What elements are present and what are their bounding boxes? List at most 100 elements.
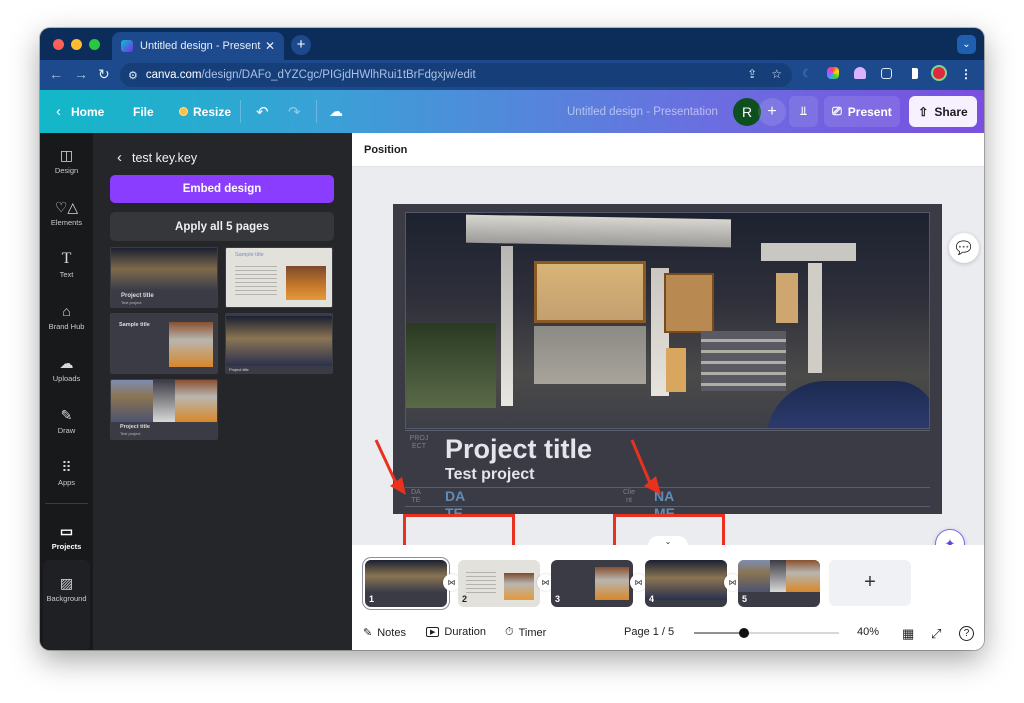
- rail-label: Elements: [50, 218, 83, 227]
- resize-button[interactable]: Resize: [179, 90, 231, 133]
- rail-item-uploads[interactable]: ☁ Uploads: [40, 343, 93, 395]
- avatar[interactable]: R: [733, 98, 761, 126]
- page-number: 4: [649, 594, 655, 604]
- url-bar[interactable]: ⚙ canva.com /design/DAFo_dYZCgc/PIGjdHWl…: [120, 63, 792, 87]
- extension-color-icon[interactable]: [827, 67, 839, 79]
- extension-cloud-icon[interactable]: [854, 67, 866, 79]
- thumb-title: Project title: [121, 293, 154, 299]
- timer-button[interactable]: ⏱ Timer: [505, 626, 546, 639]
- close-tab-icon[interactable]: ✕: [265, 39, 275, 53]
- share-button[interactable]: ⇧ Share: [909, 96, 977, 127]
- background-icon: ▨: [59, 575, 74, 591]
- file-menu-button[interactable]: File: [133, 90, 154, 133]
- page-thumbnail-2[interactable]: Sample title: [225, 247, 333, 308]
- document-title[interactable]: Untitled design - Presentation: [567, 90, 718, 133]
- page-thumbnail-1[interactable]: Project title Test project: [110, 247, 218, 308]
- page-thumbnail-4[interactable]: Project title: [225, 313, 333, 374]
- apply-all-pages-button[interactable]: Apply all 5 pages: [110, 212, 334, 241]
- client-tag[interactable]: Clie nt: [621, 489, 637, 505]
- window-controls: [53, 39, 100, 50]
- rail-item-projects[interactable]: ▭ Projects: [40, 511, 93, 563]
- rail-item-text[interactable]: T Text: [40, 239, 93, 291]
- extension-moon-icon[interactable]: ☾: [802, 67, 812, 80]
- back-arrow-icon[interactable]: ←: [49, 66, 63, 82]
- undo-button[interactable]: ↶: [256, 90, 269, 133]
- page-indicator[interactable]: Page 1 / 5: [624, 626, 674, 638]
- rail-item-draw[interactable]: ✎ Draw: [40, 395, 93, 447]
- undo-icon: ↶: [256, 103, 269, 121]
- duration-button[interactable]: ▶ Duration: [426, 626, 486, 638]
- page-thumbnail-3[interactable]: Sample title: [110, 313, 218, 374]
- project-tag[interactable]: PROJ ECT: [409, 435, 429, 451]
- thumb-title: Sample title: [119, 322, 150, 328]
- cloud-save-button[interactable]: ☁: [329, 90, 343, 133]
- forward-arrow-icon[interactable]: →: [74, 66, 88, 82]
- new-tab-button[interactable]: +: [291, 35, 311, 55]
- doc-title-label: Untitled design - Presentation: [567, 105, 718, 118]
- filmstrip-page-5[interactable]: 5: [738, 560, 820, 607]
- filmstrip-page-4[interactable]: 4: [645, 560, 727, 607]
- zoom-slider[interactable]: [694, 628, 839, 638]
- rail-item-brand-hub[interactable]: ⌂ Brand Hub: [40, 291, 93, 343]
- fullscreen-button[interactable]: ⤢: [931, 626, 941, 642]
- redo-button[interactable]: ↷: [288, 90, 301, 133]
- zoom-level-button[interactable]: 40%: [857, 626, 879, 638]
- slide-subtitle[interactable]: Test project: [445, 466, 535, 484]
- filmstrip-page-2[interactable]: 2: [458, 560, 540, 607]
- name-value[interactable]: NA ME: [654, 488, 675, 514]
- minimize-window-button[interactable]: [71, 39, 82, 50]
- page-thumbnail-5[interactable]: Project title Test project: [110, 379, 218, 440]
- house-photo[interactable]: [405, 212, 930, 429]
- notes-button[interactable]: ✎ Notes: [363, 626, 406, 640]
- invite-button[interactable]: +: [758, 98, 786, 126]
- browser-window: Untitled design - Presentation ✕ + ⌄ ← →…: [40, 28, 984, 650]
- name-value-line-1: NA: [654, 488, 675, 504]
- rail-label: Brand Hub: [48, 322, 85, 331]
- share-page-icon[interactable]: ⇪: [747, 67, 757, 81]
- bookmark-star-icon[interactable]: ☆: [771, 67, 782, 81]
- zoom-label: 40%: [857, 626, 880, 638]
- rail-item-design[interactable]: ◫ Design: [40, 135, 93, 187]
- slide-title[interactable]: Project title: [445, 434, 592, 465]
- side-panel-icon[interactable]: [907, 67, 918, 79]
- upload-share-icon: ⇧: [918, 104, 929, 119]
- slide-canvas[interactable]: PROJ ECT Project title Test project DA T…: [393, 204, 942, 514]
- add-comment-button[interactable]: 💬: [949, 233, 979, 263]
- tab-search-button[interactable]: ⌄: [957, 35, 976, 54]
- back-to-projects-button[interactable]: ‹ test key.key: [117, 149, 197, 166]
- page-number: 1: [369, 594, 375, 604]
- extensions-puzzle-icon[interactable]: [881, 67, 892, 79]
- maximize-window-button[interactable]: [89, 39, 100, 50]
- thumb-subtitle: Test project: [120, 431, 141, 436]
- rail-item-elements[interactable]: ♡△ Elements: [40, 187, 93, 239]
- close-window-button[interactable]: [53, 39, 64, 50]
- date-tag[interactable]: DA TE: [409, 489, 423, 505]
- date-value[interactable]: DA TE: [445, 488, 465, 514]
- browser-tab[interactable]: Untitled design - Presentation ✕: [112, 32, 284, 60]
- profile-icon[interactable]: [933, 67, 945, 79]
- help-button[interactable]: ?: [959, 626, 974, 641]
- grid-view-button[interactable]: ▦: [902, 626, 914, 642]
- zoom-slider-knob[interactable]: [739, 628, 750, 638]
- rail-item-apps[interactable]: ⠿ Apps: [40, 447, 93, 499]
- reload-icon[interactable]: ↻: [98, 66, 110, 83]
- browser-menu-icon[interactable]: ⋮: [960, 67, 972, 81]
- expand-icon: ⤢: [931, 626, 942, 641]
- present-button[interactable]: ⎚ Present: [824, 96, 900, 127]
- filmstrip-page-3[interactable]: 3: [551, 560, 633, 607]
- thumb-subtitle: Test project: [121, 300, 142, 305]
- home-button[interactable]: ‹ Home: [56, 90, 104, 133]
- rail-item-background[interactable]: ▨ Background: [40, 563, 93, 615]
- insights-button[interactable]: ⫫: [789, 96, 818, 127]
- grid-icon: ▦: [902, 626, 915, 641]
- rail-divider: [45, 503, 88, 504]
- url-path: /design/DAFo_dYZCgc/PIGjdHWlhRui1tBrFdgx…: [201, 69, 476, 81]
- left-rail: ◫ Design ♡△ Elements T Text ⌂ Brand Hub ☁ Upl…: [40, 133, 93, 650]
- add-page-button[interactable]: +: [829, 560, 911, 606]
- embed-design-button[interactable]: Embed design: [110, 175, 334, 203]
- thumb-title: Project title: [120, 424, 150, 430]
- position-button[interactable]: Position: [364, 144, 407, 156]
- site-settings-icon[interactable]: ⚙: [128, 69, 138, 82]
- brand-icon: ⌂: [62, 303, 71, 319]
- filmstrip-page-1[interactable]: 1: [365, 560, 447, 607]
